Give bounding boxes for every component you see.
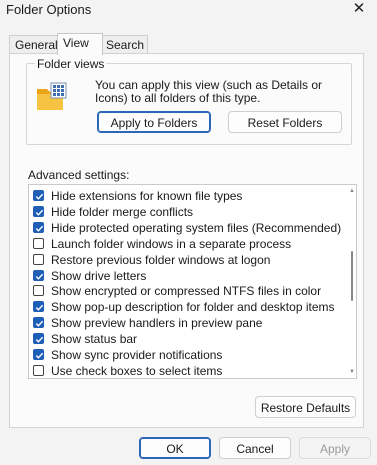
apply-to-folders-button[interactable]: Apply to Folders (97, 111, 211, 133)
checkmark-icon (35, 336, 44, 343)
setting-label: Show drive letters (51, 268, 147, 283)
window-title: Folder Options (6, 2, 92, 17)
setting-item[interactable]: Launch folder windows in a separate proc… (33, 236, 292, 252)
setting-item[interactable]: Restore previous folder windows at logon (33, 252, 271, 268)
folder-options-dialog: Folder Options ✕ General View Search Fol… (0, 0, 377, 465)
setting-label: Show pop-up description for folder and d… (51, 300, 335, 315)
checkmark-icon (35, 193, 44, 200)
scrollbar-thumb[interactable] (351, 251, 353, 301)
setting-item[interactable]: Show preview handlers in preview pane (33, 315, 263, 331)
checkbox-checked[interactable] (33, 317, 44, 329)
setting-label: Show status bar (51, 332, 138, 347)
setting-item[interactable]: Show sync provider notifications (33, 347, 223, 363)
checkmark-icon (35, 273, 44, 280)
setting-item[interactable]: Hide extensions for known file types (33, 188, 243, 204)
ok-button[interactable]: OK (139, 437, 211, 459)
folder-views-group: Folder views You can apply this view (su… (26, 57, 352, 145)
folder-icon (37, 82, 67, 110)
scroll-down-icon[interactable]: ▼ (348, 367, 356, 377)
checkbox-checked[interactable] (33, 205, 44, 217)
folder-views-label: Folder views (35, 57, 107, 71)
setting-item[interactable]: Show encrypted or compressed NTFS files … (33, 283, 322, 299)
setting-item[interactable]: Show pop-up description for folder and d… (33, 299, 335, 315)
reset-folders-button[interactable]: Reset Folders (228, 111, 342, 133)
checkbox-unchecked[interactable] (33, 237, 44, 249)
checkmark-icon (35, 352, 44, 359)
title-bar: Folder Options ✕ (0, 0, 377, 30)
setting-label: Show preview handlers in preview pane (51, 316, 263, 331)
advanced-settings-label: Advanced settings: (28, 168, 130, 182)
folder-views-description: You can apply this view (such as Details… (95, 78, 323, 105)
setting-label: Hide folder merge conflicts (51, 204, 194, 219)
close-icon[interactable]: ✕ (349, 0, 369, 20)
setting-label: Show encrypted or compressed NTFS files … (51, 284, 322, 299)
setting-label: Hide protected operating system files (R… (51, 220, 342, 235)
setting-label: Launch folder windows in a separate proc… (51, 236, 292, 251)
checkmark-icon (35, 209, 44, 216)
tab-view[interactable]: View (57, 33, 103, 55)
checkmark-icon (35, 305, 44, 311)
setting-label: Hide extensions for known file types (51, 189, 243, 203)
checkbox-checked[interactable] (33, 301, 44, 313)
scrollbar[interactable]: ▲ ▼ (348, 185, 356, 378)
checkbox-unchecked[interactable] (33, 364, 44, 376)
setting-label: Restore previous folder windows at logon (51, 252, 271, 267)
checkbox-checked[interactable] (33, 333, 44, 345)
tab-search[interactable]: Search (100, 35, 148, 54)
setting-item[interactable]: Hide protected operating system files (R… (33, 220, 342, 236)
cancel-button[interactable]: Cancel (219, 437, 291, 459)
view-tab-panel: Folder views You can apply this view (su… (9, 53, 364, 428)
checkbox-unchecked[interactable] (33, 253, 44, 265)
scroll-up-icon[interactable]: ▲ (348, 186, 356, 196)
checkbox-checked[interactable] (33, 190, 44, 201)
checkbox-checked[interactable] (33, 349, 44, 360)
apply-button[interactable]: Apply (299, 437, 371, 459)
restore-defaults-button[interactable]: Restore Defaults (255, 396, 356, 418)
checkbox-unchecked[interactable] (33, 285, 44, 297)
setting-item[interactable]: Hide folder merge conflicts (33, 204, 194, 220)
setting-item[interactable]: Show drive letters (33, 268, 147, 284)
checkmark-icon (35, 225, 44, 232)
advanced-settings-list[interactable]: Hide extensions for known file types Hide… (28, 184, 357, 379)
setting-item[interactable]: Use check boxes to select items (33, 363, 223, 378)
setting-label: Use check boxes to select items (51, 363, 223, 378)
checkbox-checked[interactable] (33, 269, 44, 281)
setting-item[interactable]: Show status bar (33, 331, 138, 347)
checkbox-checked[interactable] (33, 221, 44, 233)
checkmark-icon (35, 320, 44, 327)
setting-label: Show sync provider notifications (51, 348, 223, 362)
